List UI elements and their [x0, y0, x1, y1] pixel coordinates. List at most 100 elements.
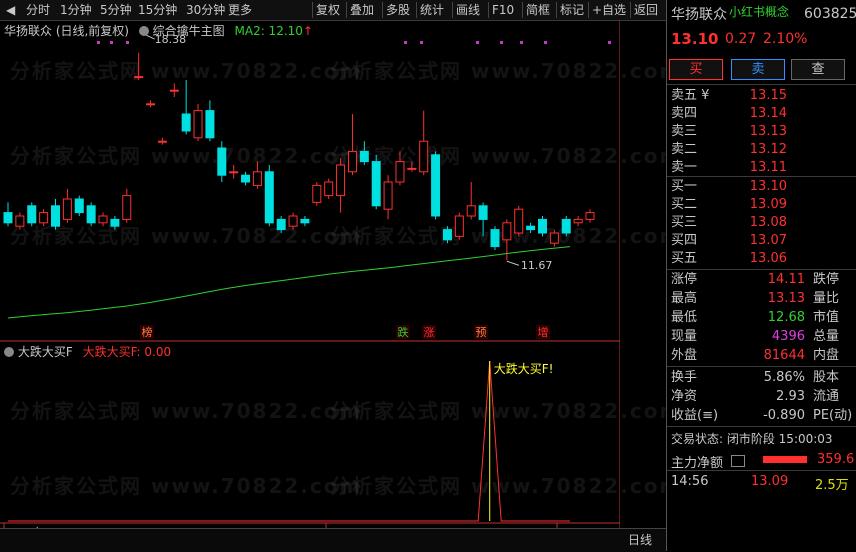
ask-row-2: 卖二 13.12 — [667, 140, 856, 159]
event-tag-4: 增 — [538, 325, 549, 339]
stat-row-3-right-label: 总量 — [813, 329, 840, 344]
toolbar-collapse-icon[interactable]: ◀ — [6, 0, 15, 20]
candle-body-26 — [312, 184, 322, 203]
sub-indicator-line — [8, 360, 570, 522]
toolbar-item-15[interactable]: 返回 — [634, 0, 658, 20]
toolbar-item-8[interactable]: 多股 — [386, 0, 410, 20]
sub-indicator-name[interactable]: 大跌大买F — [18, 345, 73, 359]
stat-row-4-right-label: 内盘 — [813, 348, 840, 363]
candle-body-43 — [514, 208, 524, 234]
sub-chart-header: 大跌大买F 大跌大买F: 0.00 — [4, 343, 171, 360]
stat-row-4: 外盘 81644 内盘 — [667, 346, 856, 365]
toolbar-item-4[interactable]: 30分钟 — [186, 0, 225, 20]
candle-body-35 — [419, 140, 429, 173]
stat2-row-0-value: 5.86% — [763, 370, 805, 385]
toolbar-item-0[interactable]: 分时 — [26, 0, 50, 20]
signal-label: 大跌大买F! — [494, 361, 554, 376]
toolbar-item-1[interactable]: 1分钟 — [60, 0, 92, 20]
candle-body-14 — [169, 89, 179, 92]
tick-price: 13.09 — [751, 474, 789, 489]
signal-dot-3 — [404, 41, 407, 44]
candle-body-5 — [62, 198, 72, 220]
stat2-row-1-label: 净资 — [671, 389, 698, 404]
toolbar-item-6[interactable]: 复权 — [316, 0, 340, 20]
bid-row-5-value: 13.06 — [749, 251, 787, 266]
stat-row-2-label: 最低 — [671, 310, 698, 325]
stat2-row-2-right-label: PE(动) — [813, 408, 853, 423]
sub-indicator-dropdown-icon[interactable] — [4, 347, 14, 357]
ask-row-1: 卖一 13.11 — [667, 158, 856, 177]
candle-body-38 — [454, 215, 464, 237]
event-tag-1: 跌 — [398, 325, 409, 339]
toolbar-item-12[interactable]: 简框 — [526, 0, 550, 20]
concept-tag[interactable]: 小红书概念 — [729, 3, 789, 20]
bid-row-5-label: 买五 — [671, 251, 698, 266]
calendar-icon[interactable] — [731, 455, 745, 467]
candle-body-40 — [478, 205, 488, 220]
candle-body-1 — [15, 215, 25, 227]
indicator-name[interactable]: 综合擒牛主图 — [153, 24, 225, 38]
toolbar-item-14[interactable]: +自选 — [592, 0, 626, 20]
signal-dot-5 — [476, 41, 479, 44]
toolbar-item-9[interactable]: 统计 — [420, 0, 444, 20]
ask-row-3-label: 卖三 — [671, 124, 698, 139]
stat-row-1-label: 最高 — [671, 291, 698, 306]
toolbar-item-2[interactable]: 5分钟 — [100, 0, 132, 20]
stat2-row-1-value: 2.93 — [776, 389, 805, 404]
event-tag-2: 涨 — [424, 326, 435, 339]
bid-row-2-value: 13.09 — [749, 197, 787, 212]
ask-row-2-label: 卖二 — [671, 142, 698, 157]
ask-row-5-value: 13.15 — [749, 88, 787, 103]
signal-dot-1 — [110, 41, 113, 44]
candle-body-47 — [561, 218, 571, 234]
toolbar-item-7[interactable]: 叠加 — [350, 0, 374, 20]
toolbar-item-10[interactable]: 画线 — [456, 0, 480, 20]
signal-dot-4 — [420, 41, 423, 44]
indicator-dropdown-icon[interactable] — [138, 26, 149, 36]
current-price: 13.10 — [671, 30, 719, 48]
candle-body-10 — [122, 195, 132, 220]
candle-body-20 — [241, 174, 251, 183]
candle-body-49 — [585, 212, 595, 220]
bid-row-2: 买二 13.09 — [667, 195, 856, 214]
stock-code: 603825 — [804, 6, 856, 22]
ma-label: MA2: 12.10 — [234, 24, 303, 38]
stat2-row-1-right-label: 流通 — [813, 389, 840, 404]
ma2-line — [7, 246, 571, 319]
ask-row-3: 卖三 13.13 — [667, 122, 856, 141]
stat-row-1: 最高 13.13 量比 — [667, 289, 856, 308]
sell-button[interactable]: 卖 — [731, 59, 785, 80]
footer-tab-day[interactable]: 日线 — [628, 531, 652, 548]
ask-row-5: 卖五 ¥ 13.15 — [667, 86, 856, 105]
ask-row-4: 卖四 13.14 — [667, 104, 856, 123]
signal-dot-9 — [608, 41, 611, 44]
toolbar-item-13[interactable]: 标记 — [560, 0, 584, 20]
candle-body-27 — [324, 181, 334, 197]
stat-row-3: 现量 4396 总量 — [667, 327, 856, 346]
bid-row-3: 买三 13.08 — [667, 213, 856, 232]
toolbar-item-5[interactable]: 更多 — [228, 0, 252, 20]
stat-row-1-value: 13.13 — [767, 291, 805, 306]
stat-row-2-value: 12.68 — [767, 310, 805, 325]
candle-body-21 — [252, 171, 262, 186]
check-button[interactable]: 查 — [791, 59, 845, 80]
candle-body-36 — [431, 154, 441, 217]
candle-body-17 — [205, 110, 215, 139]
bid-row-4-label: 买四 — [671, 233, 698, 248]
bid-row-2-label: 买二 — [671, 197, 698, 212]
quote-panel: 华扬联众 小红书概念 603825 13.10 0.27 2.10% 买 卖 查… — [666, 0, 856, 551]
ask-row-1-value: 13.11 — [749, 160, 787, 175]
ask-row-1-label: 卖一 — [671, 160, 698, 175]
candle-body-48 — [573, 218, 583, 224]
candle-body-37 — [442, 229, 452, 241]
stat-row-0-right-label: 跌停 — [813, 272, 840, 287]
toolbar-item-3[interactable]: 15分钟 — [138, 0, 177, 20]
kline-chart[interactable]: 10.0011.0012.0013.0014.0015.0016.0017.00… — [0, 21, 620, 531]
candle-body-18 — [217, 147, 227, 176]
bid-row-1-label: 买一 — [671, 179, 698, 194]
stock-period-label: 华扬联众 (日线,前复权) — [4, 24, 129, 38]
candle-body-28 — [336, 164, 346, 197]
buy-button[interactable]: 买 — [669, 59, 723, 80]
toolbar-item-11[interactable]: F10 — [492, 0, 514, 20]
stat-row-4-label: 外盘 — [671, 348, 698, 363]
